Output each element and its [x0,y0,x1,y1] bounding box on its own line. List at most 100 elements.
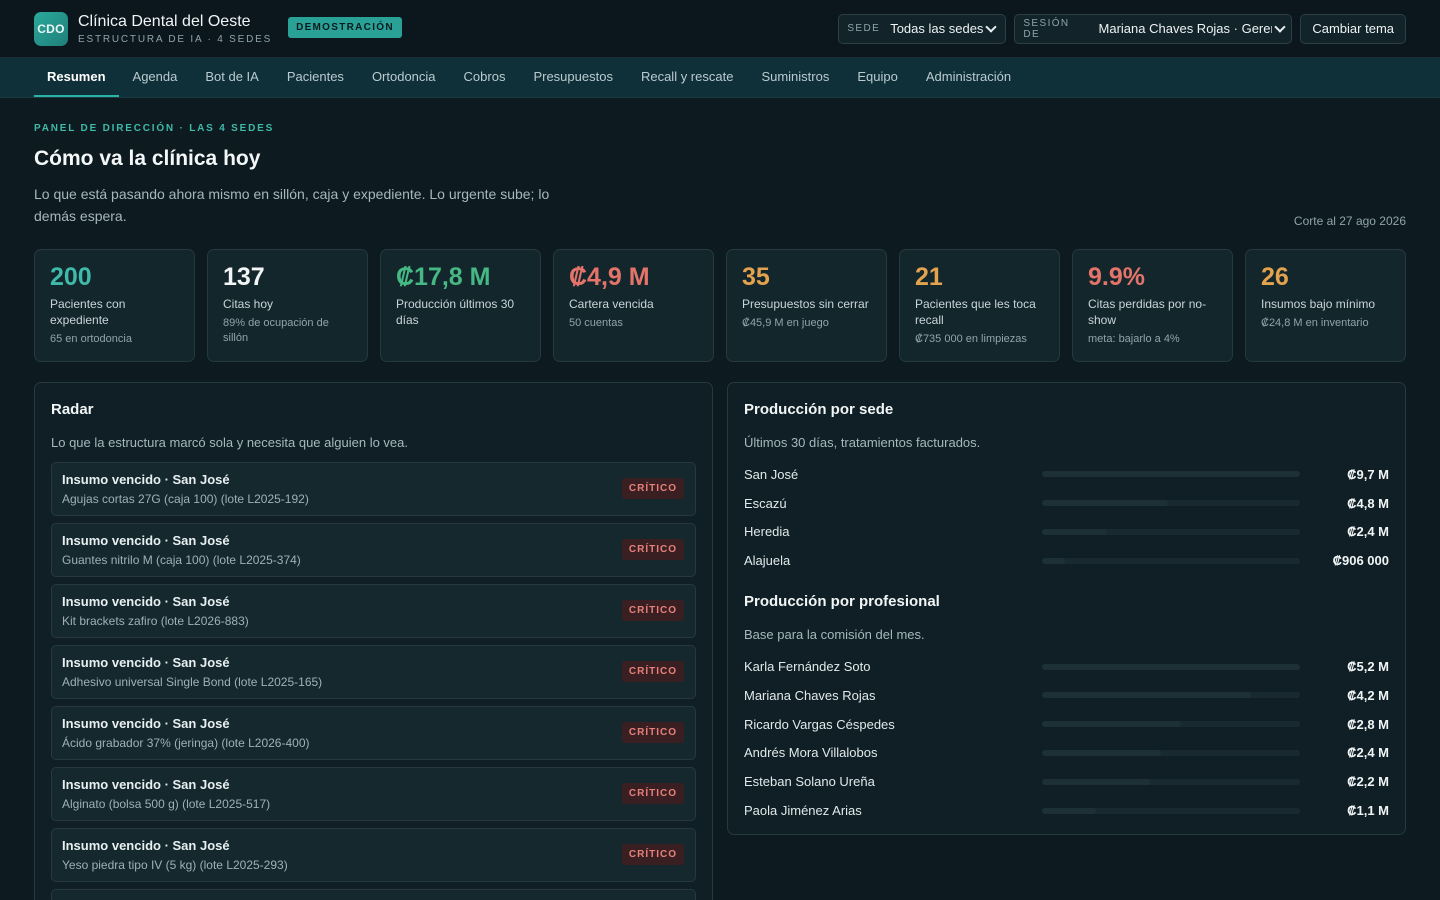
production-row: Andrés Mora Villalobos ₡2,4 M [744,739,1389,768]
kpi-card: ₡4,9 M Cartera vencida 50 cuentas [553,249,714,362]
kpi-note: ₡24,8 M en inventario [1261,317,1369,329]
page-eyebrow: PANEL DE DIRECCIÓN · LAS 4 SEDES [34,123,275,134]
radar-alert-item[interactable]: Insumo vencido · San José Guantes nitrilo… [51,523,696,577]
session-label: SESIÓN DE [1023,17,1070,40]
row-bar-track [1042,749,1300,756]
kpi-card: 9.9% Citas perdidas por no-show meta: baja… [1072,249,1233,362]
row-bar-track [1042,663,1300,670]
row-bar-fill [1042,807,1097,814]
kpi-note: ₡735 000 en limpiezas [915,333,1027,345]
alert-description: Ácido grabador 37% (jeringa) (lote L2026… [62,736,310,750]
production-row: San José ₡9,7 M [744,460,1389,489]
session-select[interactable]: SESIÓN DE Mariana Chaves Rojas · Gerente [1014,13,1293,44]
row-value: ₡9,7 M [1347,466,1389,482]
kpi-value: ₡4,9 M [569,263,650,291]
radar-alert-item[interactable]: Insumo vencido · San José Adhesivo univer… [51,645,696,699]
radar-alert-item[interactable]: Insumo vencido · San José Ácido grabador … [51,706,696,760]
row-name: Ricardo Vargas Céspedes [744,716,895,732]
nav-tab-pacientes[interactable]: Pacientes [273,58,358,97]
row-bar-track [1042,721,1300,728]
row-name: Heredia [744,524,790,540]
nav-tab-resumen[interactable]: Resumen [34,58,119,97]
nav-tab-bot-de-ia[interactable]: Bot de IA [191,58,272,97]
kpi-value: 26 [1261,263,1289,291]
kpi-label: Cartera vencida [569,297,654,311]
brand-name: Clínica Dental del Oeste [78,12,251,30]
cutoff-date: Corte al 27 ago 2026 [1293,214,1406,228]
radar-alert-item[interactable]: Insumo vencido · San José Kit brackets za… [51,584,696,638]
severity-badge: CRÍTICO [621,600,684,621]
nav-tab-equipo[interactable]: Equipo [843,58,911,97]
nav-tab-ortodoncia[interactable]: Ortodoncia [358,58,450,97]
kpi-value: 200 [50,263,92,291]
kpi-value: 21 [915,263,943,291]
kpi-label: Citas hoy [223,297,274,311]
row-value: ₡4,8 M [1347,495,1389,511]
row-bar-track [1042,692,1300,699]
production-pro-title: Producción por profesional [744,593,940,611]
page-title: Cómo va la clínica hoy [34,147,261,170]
production-panel: Producción por sede Últimos 30 días, tra… [727,382,1406,835]
alert-description: Kit brackets zafiro (lote L2026-883) [62,614,249,628]
row-bar-fill [1042,528,1107,535]
toggle-theme-button[interactable]: Cambiar tema [1300,13,1406,44]
production-row: Ricardo Vargas Céspedes ₡2,8 M [744,710,1389,739]
row-name: San José [744,466,799,482]
radar-alert-item[interactable]: Insumo vencido · San José Yeso piedra tip… [51,828,696,882]
severity-badge: CRÍTICO [621,661,684,682]
row-name: Alajuela [744,553,791,569]
kpi-label: Producción últimos 30 días [396,297,515,327]
kpi-label: Pacientes que les toca recall [915,297,1036,327]
severity-badge: CRÍTICO [621,844,684,865]
nav-tab-cobros[interactable]: Cobros [450,58,520,97]
sede-value: Todas las sedes [890,21,984,36]
kpi-row: 200 Pacientes con expediente 65 en ortodon… [34,249,1406,362]
alert-title: Insumo vencido · San José [62,838,230,853]
severity-badge: CRÍTICO [621,783,684,804]
row-bar-track [1042,557,1300,564]
row-bar-fill [1042,471,1300,478]
nav-tab-suministros[interactable]: Suministros [747,58,843,97]
kpi-card: 21 Pacientes que les toca recall ₡735 000 … [899,249,1060,362]
kpi-card: 200 Pacientes con expediente 65 en ortodon… [34,249,195,362]
sede-select[interactable]: SEDE Todas las sedes [838,13,1007,44]
brand-subtitle: ESTRUCTURA DE IA · 4 SEDES [78,33,273,45]
kpi-note: 65 en ortodoncia [50,333,132,345]
row-bar-fill [1042,500,1169,507]
row-bar-fill [1042,557,1066,564]
row-value: ₡4,2 M [1347,687,1389,703]
nav-tab-recall-y-rescate[interactable]: Recall y rescate [627,58,747,97]
production-row: Karla Fernández Soto ₡5,2 M [744,652,1389,681]
chevron-down-icon [985,20,998,33]
row-value: ₡2,2 M [1347,774,1389,790]
intro-row: Lo que está pasando ahora mismo en silló… [34,183,1406,231]
production-site-subtitle: Últimos 30 días, tratamientos facturados… [744,435,981,450]
severity-badge: CRÍTICO [621,722,684,743]
nav-tab-presupuestos[interactable]: Presupuestos [519,58,627,97]
row-value: ₡906 000 [1332,553,1389,569]
alert-description: Yeso piedra tipo IV (5 kg) (lote L2025-2… [62,858,288,872]
kpi-card: ₡17,8 M Producción últimos 30 días [380,249,541,362]
demo-badge: DEMOSTRACIÓN [288,17,402,38]
radar-alert-item[interactable]: Insumo vencido · San José Agujas cortas 2… [51,462,696,516]
top-bar: CDO Clínica Dental del Oeste ESTRUCTURA … [0,0,1440,58]
kpi-card: 35 Presupuestos sin cerrar ₡45,9 M en jueg… [726,249,887,362]
row-bar-track [1042,778,1300,785]
row-value: ₡1,1 M [1347,803,1389,819]
radar-alert-item[interactable]: Insumo vencido · EscazúCRÍTICO [51,889,696,900]
chevron-down-icon [1273,20,1286,33]
kpi-label: Citas perdidas por no-show [1088,297,1207,327]
production-row: Paola Jiménez Arias ₡1,1 M [744,796,1389,825]
kpi-note: ₡45,9 M en juego [742,317,829,329]
nav-tab-agenda[interactable]: Agenda [119,58,192,97]
row-bar-fill [1042,778,1151,785]
nav-tab-administración[interactable]: Administración [912,58,1025,97]
row-name: Andrés Mora Villalobos [744,745,878,761]
radar-alert-item[interactable]: Insumo vencido · San José Alginato (bolsa… [51,767,696,821]
row-value: ₡2,4 M [1347,524,1389,540]
kpi-label: Presupuestos sin cerrar [742,297,869,311]
severity-badge: CRÍTICO [621,539,684,560]
row-bar-fill [1042,663,1300,670]
kpi-value: ₡17,8 M [396,263,491,291]
kpi-value: 9.9% [1088,263,1145,291]
